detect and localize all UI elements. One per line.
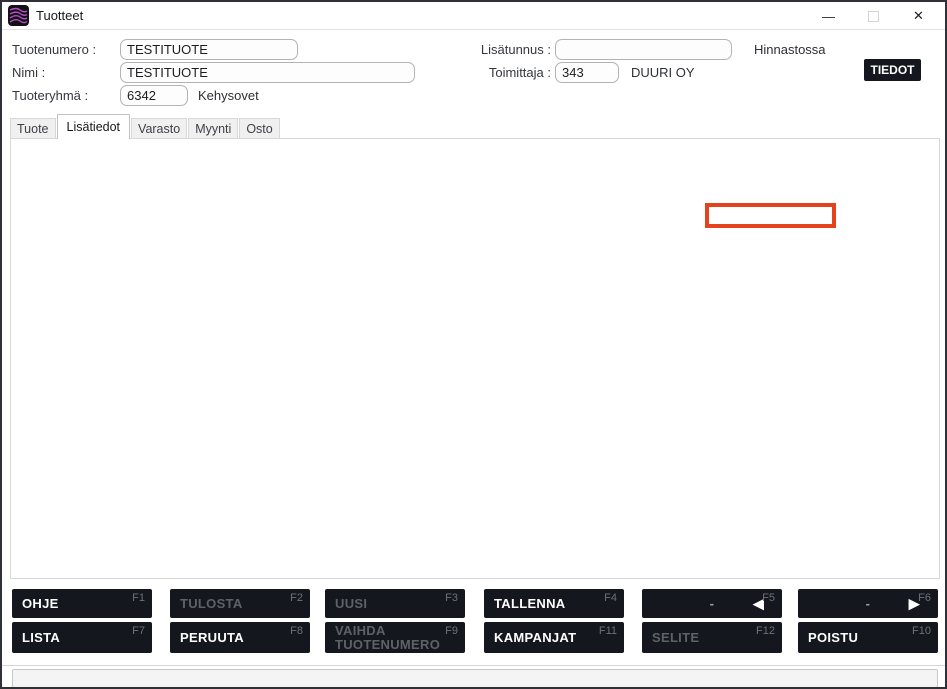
hinnastossa-label: Hinnastossa bbox=[754, 40, 826, 60]
window-title: Tuotteet bbox=[36, 8, 83, 23]
close-icon[interactable]: ✕ bbox=[896, 2, 941, 30]
toimittaja-name: DUURI OY bbox=[631, 63, 695, 83]
button-tulosta: TULOSTA F2 bbox=[170, 589, 310, 618]
button-label: UUSI bbox=[325, 597, 367, 611]
button-lista[interactable]: LISTA F7 bbox=[12, 622, 152, 653]
button-label: TALLENNA bbox=[484, 597, 565, 611]
fkey-label: F7 bbox=[132, 625, 145, 637]
fkey-label: F3 bbox=[445, 592, 458, 604]
button-f6-next[interactable]: -▶F6 bbox=[798, 589, 938, 618]
tab-tuote[interactable]: Tuote bbox=[10, 118, 56, 139]
fkey-label: F10 bbox=[912, 625, 931, 637]
fkey-label: F11 bbox=[599, 625, 617, 637]
button-label: LISTA bbox=[12, 631, 60, 645]
toimittaja-label: Toimittaja : bbox=[464, 63, 551, 83]
nimi-input[interactable] bbox=[120, 62, 415, 83]
bottom-divider bbox=[2, 665, 945, 666]
button-label: SELITE bbox=[642, 631, 699, 645]
button-selite: SELITE F12 bbox=[642, 622, 782, 653]
tuoteryhma-input[interactable] bbox=[120, 85, 188, 106]
button-label: VAIHDA TUOTENUMERO bbox=[325, 624, 465, 652]
button-vaihda-tuotenumero: VAIHDA TUOTENUMEROF9 bbox=[325, 622, 465, 653]
fkey-label: F4 bbox=[604, 592, 617, 604]
tab-bar: TuoteLisätiedotVarastoMyyntiOsto bbox=[10, 114, 281, 139]
button-tallenna[interactable]: TALLENNA F4 bbox=[484, 589, 624, 618]
fkey-label: F9 bbox=[445, 625, 458, 637]
nimi-label: Nimi : bbox=[12, 63, 45, 83]
tuotenumero-input[interactable] bbox=[120, 39, 298, 60]
tuoteryhma-name: Kehysovet bbox=[198, 86, 259, 106]
button-label: - bbox=[710, 597, 715, 611]
app-logo-icon bbox=[8, 5, 29, 26]
tab-content-panel bbox=[10, 138, 940, 579]
fkey-label: F6 bbox=[918, 592, 931, 604]
lisatunnus-input[interactable] bbox=[555, 39, 732, 60]
button-label: PERUUTA bbox=[170, 631, 244, 645]
tiedot-button[interactable]: TIEDOT bbox=[864, 59, 921, 81]
lisatunnus-label: Lisätunnus : bbox=[464, 40, 551, 60]
button-label: - bbox=[866, 597, 871, 611]
minimize-icon[interactable]: — bbox=[806, 2, 851, 30]
status-bar bbox=[12, 669, 938, 688]
fkey-label: F8 bbox=[290, 625, 303, 637]
tab-osto[interactable]: Osto bbox=[239, 118, 279, 139]
fkey-label: F5 bbox=[762, 592, 775, 604]
tuoteryhma-label: Tuoteryhmä : bbox=[12, 86, 88, 106]
fkey-label: F2 bbox=[290, 592, 303, 604]
button-label: TULOSTA bbox=[170, 597, 243, 611]
tab-lisatiedot[interactable]: Lisätiedot bbox=[57, 114, 131, 139]
button-poistu[interactable]: POISTU F10 bbox=[798, 622, 938, 653]
tab-myynti[interactable]: Myynti bbox=[188, 118, 238, 139]
maximize-icon[interactable] bbox=[851, 2, 896, 30]
fkey-label: F12 bbox=[756, 625, 775, 637]
tab-varasto[interactable]: Varasto bbox=[131, 118, 187, 139]
tuotenumero-label: Tuotenumero : bbox=[12, 40, 96, 60]
button-f5-prev[interactable]: -◀F5 bbox=[642, 589, 782, 618]
button-kampanjat[interactable]: KAMPANJAT F11 bbox=[484, 622, 624, 653]
title-bar: Tuotteet — ✕ bbox=[2, 2, 945, 30]
button-peruuta[interactable]: PERUUTA F8 bbox=[170, 622, 310, 653]
button-ohje[interactable]: OHJE F1 bbox=[12, 589, 152, 618]
button-label: KAMPANJAT bbox=[484, 631, 576, 645]
button-label: OHJE bbox=[12, 597, 59, 611]
button-label: POISTU bbox=[798, 631, 858, 645]
tuotteet-window: Tuotteet — ✕ Tuotenumero : Nimi : Tuoter… bbox=[0, 0, 947, 689]
toimittaja-input[interactable] bbox=[555, 62, 619, 83]
fkey-label: F1 bbox=[132, 592, 145, 604]
button-uusi: UUSI F3 bbox=[325, 589, 465, 618]
